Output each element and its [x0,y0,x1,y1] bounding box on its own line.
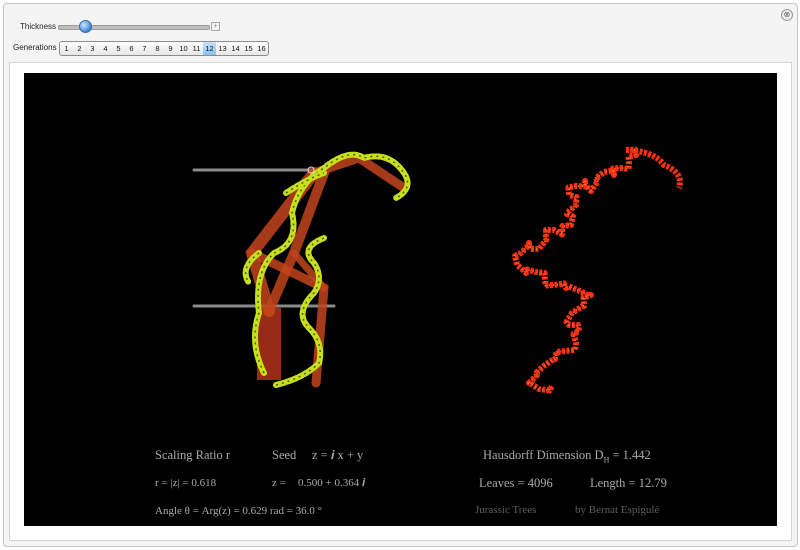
generation-button-4[interactable]: 4 [99,42,112,55]
hausdorff-dimension: Hausdorff Dimension DH = 1.442 [483,448,651,465]
generation-button-2[interactable]: 2 [73,42,86,55]
author-credit: by Bernat Espigulé [575,504,660,516]
generation-button-9[interactable]: 9 [164,42,177,55]
z-label: z = [272,477,286,489]
close-icon[interactable]: ⊗ [781,9,793,21]
generation-button-5[interactable]: 5 [112,42,125,55]
generation-button-13[interactable]: 13 [216,42,229,55]
jurassic-tree [192,151,411,388]
seed-formula: z = 𝒊 x + y [312,448,364,462]
generation-button-10[interactable]: 10 [177,42,190,55]
generation-button-3[interactable]: 3 [86,42,99,55]
fractal-curve-path [512,146,639,394]
generation-button-6[interactable]: 6 [125,42,138,55]
fractal-graphics [192,146,683,394]
z-value: 0.500 + 0.364 𝒊 [298,477,366,489]
seed-label: Seed [272,448,297,462]
generation-button-11[interactable]: 11 [190,42,203,55]
generations-setter-bar: 1 2 3 4 5 6 7 8 9 10 11 12 13 14 15 16 [59,41,269,56]
fractal-canvas: Scaling Ratio r Seed z = 𝒊 x + y r = |z|… [24,73,777,526]
r-value: r = |z| = 0.618 [155,477,217,489]
fractal-curve [512,146,683,394]
length-value: Length = 12.79 [590,476,667,490]
generation-button-7[interactable]: 7 [138,42,151,55]
generation-button-8[interactable]: 8 [151,42,164,55]
generation-button-12[interactable]: 12 [203,42,216,55]
generation-button-16[interactable]: 16 [255,42,268,55]
thickness-slider-thumb[interactable] [79,20,92,33]
expand-plus-icon[interactable]: + [211,22,220,31]
angle-value: Angle θ = Arg(z) = 0.629 rad = 36.0 ° [155,505,323,517]
generations-label: Generations [13,43,57,52]
generation-button-14[interactable]: 14 [229,42,242,55]
scaling-ratio-label: Scaling Ratio r [155,448,230,462]
thickness-label: Thickness [20,22,57,31]
generation-button-1[interactable]: 1 [60,42,73,55]
generation-button-15[interactable]: 15 [242,42,255,55]
title-text: Jurassic Trees [475,504,537,516]
leaves-count: Leaves = 4096 [479,476,553,490]
